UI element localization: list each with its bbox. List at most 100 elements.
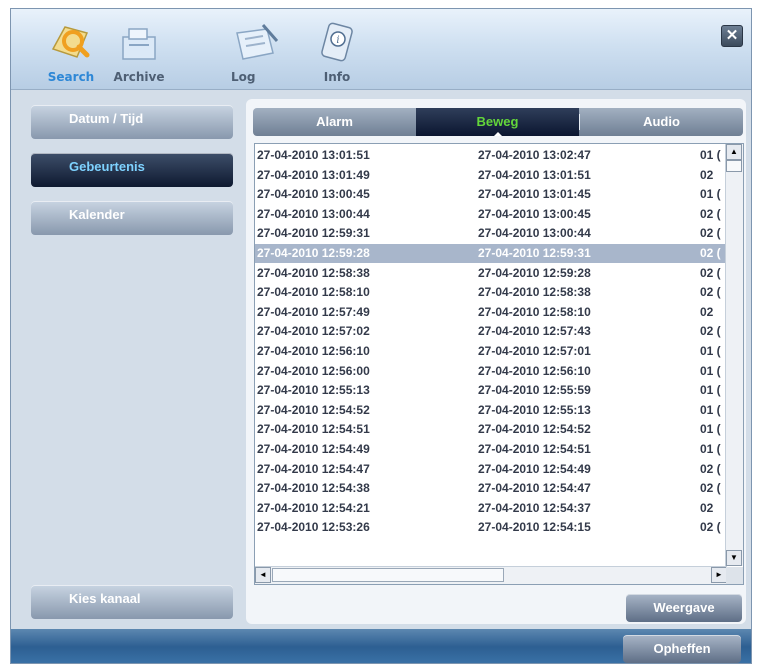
channel-cell: 02 (: [700, 285, 721, 300]
horizontal-scrollbar[interactable]: ◄ ►: [255, 566, 727, 584]
start-time-cell: 27-04-2010 12:56:10: [257, 344, 370, 358]
start-time-cell: 27-04-2010 12:55:13: [257, 383, 370, 398]
start-time-cell: 27-04-2010 12:59:31: [257, 226, 370, 241]
end-time-cell: 27-04-2010 12:54:15: [478, 520, 591, 535]
end-time-cell: 27-04-2010 13:01:51: [478, 167, 591, 182]
scroll-left-icon[interactable]: ◄: [255, 567, 271, 583]
table-row[interactable]: 27-04-2010 13:00:44 27-04-2010 13:00:45 02…: [255, 205, 727, 224]
end-time-cell: 27-04-2010 12:55:59: [478, 383, 591, 398]
scroll-thumb[interactable]: [726, 160, 742, 172]
table-row[interactable]: 27-04-2010 12:59:31 27-04-2010 13:00:44 02…: [255, 224, 727, 243]
end-time-cell: 27-04-2010 12:58:38: [478, 285, 591, 300]
table-row[interactable]: 27-04-2010 12:53:26 27-04-2010 12:54:15 02…: [255, 518, 727, 537]
sidebar-item-label: Gebeurtenis: [69, 159, 145, 174]
toolbar-label-info: Info: [323, 70, 351, 84]
toolbar-label-log: Log: [231, 70, 256, 84]
table-row[interactable]: 27-04-2010 12:55:13 27-04-2010 12:55:59 01…: [255, 381, 727, 400]
scroll-right-icon[interactable]: ►: [711, 567, 727, 583]
events-panel: Alarm Beweg Audio 27-04-2010 13:01:51 27-…: [246, 99, 746, 624]
table-row[interactable]: 27-04-2010 12:54:49 27-04-2010 12:54:51 01…: [255, 440, 727, 459]
toolbar-label-archive: Archive: [113, 70, 165, 84]
start-time-cell: 27-04-2010 12:58:38: [257, 265, 370, 280]
channel-cell: 02 (: [700, 481, 721, 496]
table-row[interactable]: 27-04-2010 13:01:49 27-04-2010 13:01:51 02: [255, 166, 727, 185]
start-time-cell: 27-04-2010 12:54:21: [257, 500, 370, 515]
play-button[interactable]: Weergave: [626, 594, 742, 622]
table-row[interactable]: 27-04-2010 12:58:38 27-04-2010 12:59:28 02…: [255, 264, 727, 283]
horizontal-scroll-thumb[interactable]: [272, 568, 504, 582]
start-time-cell: 27-04-2010 12:54:51: [257, 422, 370, 437]
end-time-cell: 27-04-2010 12:54:47: [478, 481, 591, 496]
start-time-cell: 27-04-2010 13:01:49: [257, 167, 370, 182]
channel-cell: 01 (: [700, 383, 721, 398]
table-row[interactable]: 27-04-2010 13:00:45 27-04-2010 13:01:45 01…: [255, 185, 727, 204]
scroll-up-icon[interactable]: ▲: [726, 144, 742, 160]
archive-icon: [122, 28, 156, 60]
start-time-cell: 27-04-2010 12:57:49: [257, 304, 370, 319]
sidebar-item-label: Kalender: [69, 207, 125, 222]
channel-cell: 01 (: [700, 344, 721, 358]
table-row[interactable]: 27-04-2010 12:54:51 27-04-2010 12:54:52 01…: [255, 420, 727, 439]
end-time-cell: 27-04-2010 13:02:47: [478, 148, 591, 162]
end-time-cell: 27-04-2010 13:00:44: [478, 226, 591, 241]
sidebar-item-kalender[interactable]: Kalender: [31, 201, 233, 235]
channel-select-button[interactable]: Kies kanaal: [31, 585, 233, 619]
channel-cell: 02: [700, 500, 714, 515]
cancel-button[interactable]: Opheffen: [623, 635, 741, 663]
toolbar-log-button[interactable]: Log: [221, 15, 293, 87]
table-row[interactable]: 27-04-2010 12:57:02 27-04-2010 12:57:43 02…: [255, 322, 727, 341]
channel-cell: 02: [700, 167, 714, 182]
end-time-cell: 27-04-2010 12:54:37: [478, 500, 591, 515]
channel-cell: 02 (: [700, 324, 721, 339]
table-row[interactable]: 27-04-2010 12:54:47 27-04-2010 12:54:49 02…: [255, 460, 727, 479]
table-row[interactable]: 27-04-2010 12:57:49 27-04-2010 12:58:10 02: [255, 303, 727, 322]
table-row[interactable]: 27-04-2010 12:56:00 27-04-2010 12:56:10 01…: [255, 362, 727, 381]
channel-cell: 01 (: [700, 422, 721, 437]
end-time-cell: 27-04-2010 12:57:43: [478, 324, 591, 339]
start-time-cell: 27-04-2010 13:00:44: [257, 206, 370, 221]
start-time-cell: 27-04-2010 12:54:38: [257, 481, 370, 496]
scroll-down-icon[interactable]: ▼: [726, 550, 742, 566]
sidebar-item-gebeurtenis[interactable]: Gebeurtenis: [31, 153, 233, 187]
table-row[interactable]: 27-04-2010 12:56:10 27-04-2010 12:57:01 01…: [255, 342, 727, 361]
table-row[interactable]: 27-04-2010 12:59:28 27-04-2010 12:59:31 02…: [255, 244, 727, 263]
end-time-cell: 27-04-2010 12:58:10: [478, 304, 591, 319]
start-time-cell: 27-04-2010 12:56:00: [257, 363, 370, 378]
event-type-tabs: Alarm Beweg Audio: [253, 108, 743, 136]
event-list[interactable]: 27-04-2010 13:01:51 27-04-2010 13:02:47 01…: [254, 143, 744, 585]
toolbar-archive-button[interactable]: Archive: [103, 15, 175, 87]
start-time-cell: 27-04-2010 12:59:28: [257, 246, 370, 260]
table-row[interactable]: 27-04-2010 13:01:51 27-04-2010 13:02:47 01…: [255, 146, 727, 165]
channel-cell: 02 (: [700, 265, 721, 280]
end-time-cell: 27-04-2010 13:00:45: [478, 206, 591, 221]
sidebar-item-datum-tijd[interactable]: Datum / Tijd: [31, 105, 233, 139]
end-time-cell: 27-04-2010 12:57:01: [478, 344, 591, 358]
close-button[interactable]: ✕: [721, 25, 743, 47]
channel-cell: 02 (: [700, 520, 721, 535]
tab-alarm[interactable]: Alarm: [253, 108, 416, 136]
log-icon: [236, 24, 279, 60]
toolbar: Search Archive Log i Info ✕: [11, 9, 751, 90]
start-time-cell: 27-04-2010 12:54:47: [257, 461, 370, 476]
channel-cell: 01 (: [700, 363, 721, 378]
table-row[interactable]: 27-04-2010 12:54:21 27-04-2010 12:54:37 02: [255, 499, 727, 518]
channel-cell: 02 (: [700, 461, 721, 476]
end-time-cell: 27-04-2010 12:59:28: [478, 265, 591, 280]
end-time-cell: 27-04-2010 12:59:31: [478, 246, 591, 260]
channel-cell: 01 (: [700, 148, 721, 162]
vertical-scrollbar[interactable]: ▲ ▼: [725, 144, 743, 566]
start-time-cell: 27-04-2010 13:00:45: [257, 187, 370, 202]
toolbar-search-button[interactable]: Search: [35, 15, 107, 87]
tab-beweg[interactable]: Beweg: [416, 108, 579, 136]
toolbar-info-button[interactable]: i Info: [301, 15, 373, 87]
table-row[interactable]: 27-04-2010 12:54:52 27-04-2010 12:55:13 01…: [255, 401, 727, 420]
table-row[interactable]: 27-04-2010 12:58:10 27-04-2010 12:58:38 02…: [255, 283, 727, 302]
start-time-cell: 27-04-2010 12:57:02: [257, 324, 370, 339]
start-time-cell: 27-04-2010 13:01:51: [257, 148, 370, 162]
end-time-cell: 27-04-2010 12:55:13: [478, 402, 591, 417]
channel-cell: 01 (: [700, 442, 721, 456]
table-row[interactable]: 27-04-2010 12:54:38 27-04-2010 12:54:47 02…: [255, 479, 727, 498]
svg-text:i: i: [336, 35, 339, 46]
channel-cell: 01 (: [700, 187, 721, 202]
tab-audio[interactable]: Audio: [580, 108, 743, 136]
